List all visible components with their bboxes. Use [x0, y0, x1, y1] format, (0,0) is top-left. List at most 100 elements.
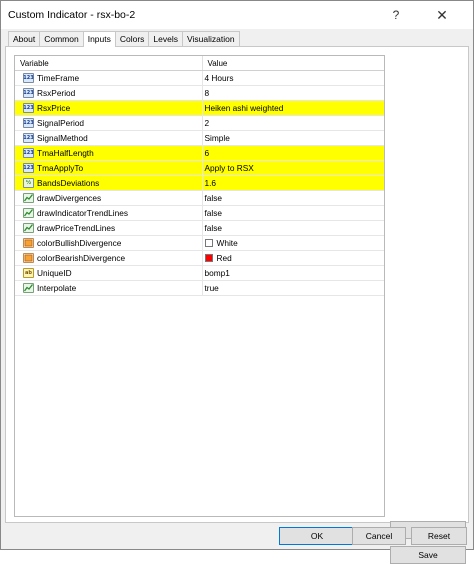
window-title: Custom Indicator - rsx-bo-2 — [8, 9, 136, 21]
variable-name: SignalPeriod — [37, 117, 85, 128]
value-text: White — [216, 237, 238, 248]
value-cell[interactable]: Heiken ashi weighted — [203, 101, 385, 116]
value-cell[interactable]: false — [203, 191, 385, 206]
variable-cell: drawIndicatorTrendLines — [15, 205, 203, 221]
table-row[interactable]: drawDivergences false — [15, 190, 385, 206]
variable-cell: 123 RsxPrice — [15, 100, 203, 116]
variable-cell: 123 TimeFrame — [15, 70, 203, 86]
column-header-value[interactable]: Value — [203, 56, 385, 70]
tab-common[interactable]: Common — [39, 31, 84, 46]
enum-icon: 123 — [23, 133, 34, 143]
ok-button[interactable]: OK — [279, 527, 355, 545]
value-text: false — [204, 192, 223, 203]
table-row[interactable]: 123 TmaHalfLength 6 — [15, 145, 385, 161]
value-text: Apply to RSX — [204, 162, 254, 173]
variable-name: Interpolate — [37, 282, 77, 293]
value-text: Heiken ashi weighted — [204, 102, 284, 113]
value-cell[interactable]: true — [203, 281, 385, 296]
variable-cell: Interpolate — [15, 280, 203, 296]
table-row[interactable]: ab UniqueID bomp1 — [15, 265, 385, 281]
table-row[interactable]: 123 SignalPeriod 2 — [15, 115, 385, 131]
title-bar: Custom Indicator - rsx-bo-2 ? ✕ — [1, 1, 473, 29]
bool-icon — [23, 283, 34, 293]
tab-about[interactable]: About — [8, 31, 41, 46]
table-row[interactable]: colorBullishDivergence White — [15, 235, 385, 251]
value-text: true — [204, 282, 219, 293]
column-header-variable[interactable]: Variable — [15, 56, 203, 70]
variable-cell: 123 RsxPeriod — [15, 85, 203, 101]
variable-cell: 123 SignalPeriod — [15, 115, 203, 131]
tab-colors[interactable]: Colors — [114, 31, 150, 46]
variable-name: drawDivergences — [37, 192, 102, 203]
value-cell[interactable]: false — [203, 206, 385, 221]
variable-cell: 123 TmaHalfLength — [15, 145, 203, 161]
close-button[interactable]: ✕ — [426, 1, 458, 29]
help-button[interactable]: ? — [380, 1, 412, 29]
value-text: false — [204, 222, 223, 233]
int-icon: 123 — [23, 148, 34, 158]
value-text: 2 — [204, 117, 210, 128]
table-row[interactable]: drawIndicatorTrendLines false — [15, 205, 385, 221]
variable-name: drawIndicatorTrendLines — [37, 207, 129, 218]
table-row[interactable]: drawPriceTrendLines false — [15, 220, 385, 236]
string-icon: ab — [23, 268, 34, 278]
tab-inputs[interactable]: Inputs — [82, 31, 116, 47]
bool-icon — [23, 193, 34, 203]
value-cell[interactable]: 4 Hours — [203, 71, 385, 86]
enum-icon: 123 — [23, 163, 34, 173]
value-cell[interactable]: Red — [203, 251, 385, 266]
bool-icon — [23, 223, 34, 233]
variable-name: drawPriceTrendLines — [37, 222, 116, 233]
save-button[interactable]: Save — [390, 546, 466, 564]
value-cell[interactable]: 8 — [203, 86, 385, 101]
value-text: false — [204, 207, 223, 218]
variable-name: RsxPeriod — [37, 87, 76, 98]
table-row[interactable]: ½ BandsDeviations 1.6 — [15, 175, 385, 191]
tab-strip: About Common Inputs Colors Levels Visual… — [8, 31, 240, 47]
cancel-button[interactable]: Cancel — [352, 527, 406, 545]
inputs-panel: Variable Value 123 TimeFrame 4 Hours 123 Rsx… — [5, 46, 469, 564]
tab-visualization[interactable]: Visualization — [182, 31, 240, 46]
value-cell[interactable]: 2 — [203, 116, 385, 131]
value-cell[interactable]: Apply to RSX — [203, 161, 385, 176]
reset-button[interactable]: Reset — [411, 527, 467, 545]
table-row[interactable]: colorBearishDivergence Red — [15, 250, 385, 266]
variable-name: TmaApplyTo — [37, 162, 84, 173]
color-icon — [23, 238, 34, 248]
variable-cell: ½ BandsDeviations — [15, 175, 203, 191]
bool-icon — [23, 208, 34, 218]
variable-name: TmaHalfLength — [37, 147, 94, 158]
table-row[interactable]: Interpolate true — [15, 280, 385, 296]
variable-cell: 123 SignalMethod — [15, 130, 203, 146]
variable-name: RsxPrice — [37, 102, 71, 113]
variable-name: SignalMethod — [37, 132, 88, 143]
value-text: Simple — [204, 132, 230, 143]
variable-cell: colorBearishDivergence — [15, 250, 203, 266]
table-row[interactable]: 123 TimeFrame 4 Hours — [15, 70, 385, 86]
dbl-icon: ½ — [23, 178, 34, 188]
value-cell[interactable]: White — [203, 236, 385, 251]
custom-indicator-dialog: Custom Indicator - rsx-bo-2 ? ✕ About Co… — [0, 0, 474, 564]
grid-header: Variable Value — [15, 56, 384, 71]
table-row[interactable]: 123 RsxPeriod 8 — [15, 85, 385, 101]
variable-cell: colorBullishDivergence — [15, 235, 203, 251]
variable-name: UniqueID — [37, 267, 72, 278]
color-swatch — [204, 239, 213, 247]
tab-levels[interactable]: Levels — [148, 31, 183, 46]
value-cell[interactable]: bomp1 — [203, 266, 385, 281]
grid-rows: 123 TimeFrame 4 Hours 123 RsxPeriod 8 123 RsxPr… — [15, 70, 385, 296]
value-text: bomp1 — [204, 267, 230, 278]
value-cell[interactable]: 1.6 — [203, 176, 385, 191]
value-cell[interactable]: Simple — [203, 131, 385, 146]
value-text: 4 Hours — [204, 72, 234, 83]
int-icon: 123 — [23, 88, 34, 98]
table-row[interactable]: 123 TmaApplyTo Apply to RSX — [15, 160, 385, 176]
table-row[interactable]: 123 RsxPrice Heiken ashi weighted — [15, 100, 385, 116]
table-row[interactable]: 123 SignalMethod Simple — [15, 130, 385, 146]
int-icon: 123 — [23, 73, 34, 83]
value-cell[interactable]: false — [203, 221, 385, 236]
value-text: 6 — [204, 147, 210, 158]
value-text: Red — [216, 252, 232, 263]
inputs-grid: Variable Value 123 TimeFrame 4 Hours 123 Rsx… — [14, 55, 385, 517]
value-cell[interactable]: 6 — [203, 146, 385, 161]
